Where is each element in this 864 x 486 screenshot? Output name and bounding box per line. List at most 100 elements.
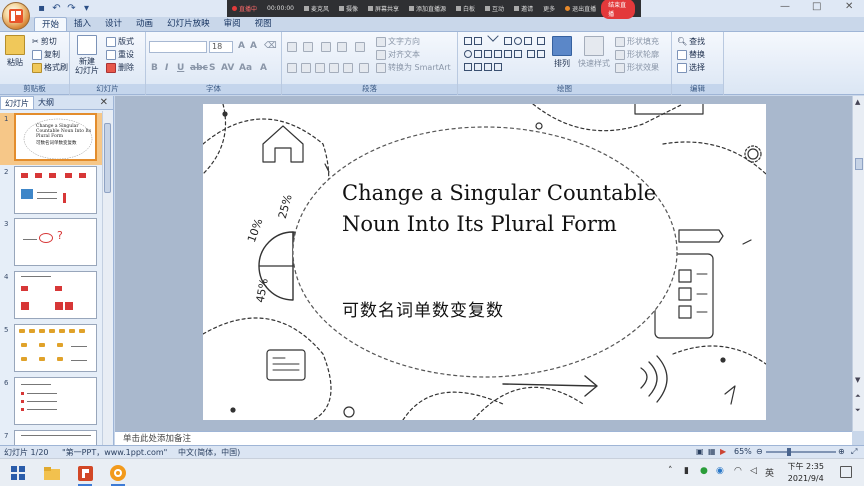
tab-insert[interactable]: 插入 [67,17,98,31]
sorter-view-icon[interactable]: ▦ [708,447,716,456]
vertical-scrollbar[interactable]: ▲ ▼ ⏶ ⏷ [852,96,864,431]
save-icon[interactable]: ▪ [36,3,47,14]
layout-button[interactable]: 版式 [106,36,134,47]
arrange-button[interactable]: 排列 [552,36,572,69]
scroll-thumb[interactable] [104,123,111,193]
font-color-icon[interactable]: A [260,63,267,73]
scroll-up-icon[interactable]: ▲ [855,98,860,106]
zoom-slider-handle[interactable] [787,448,791,456]
decrease-indent-icon[interactable] [321,42,331,52]
rec-item-camera[interactable]: 摄像 [334,4,363,13]
columns-icon[interactable] [359,63,369,73]
justify-icon[interactable] [329,63,339,73]
shrink-font-icon[interactable]: A [250,41,257,51]
italic-icon[interactable]: I [165,63,168,73]
format-painter-button[interactable]: 格式刷 [32,62,68,73]
shape-effects-button[interactable]: 形状效果 [615,62,659,73]
rec-item-whiteboard[interactable]: 白板 [451,4,480,13]
tray-wifi-icon[interactable]: ◠ [734,466,742,476]
grow-font-icon[interactable]: A [238,41,245,51]
rec-item-screen[interactable]: 屏幕共享 [363,4,404,13]
align-left-icon[interactable] [287,63,297,73]
tab-slides-view[interactable]: 幻灯片 [0,96,34,109]
strikethrough-icon[interactable]: abc [190,63,208,73]
slide-title[interactable]: Change a Singular Countable Noun Into It… [342,178,672,240]
slide-thumbnail-3[interactable]: 3 ? [0,218,102,270]
tab-design[interactable]: 设计 [98,17,129,31]
line-spacing-icon[interactable] [355,42,365,52]
select-button[interactable]: 选择 [677,62,705,73]
office-button[interactable] [2,2,30,30]
stop-stream-button[interactable]: 结束直播 [601,0,635,19]
minimize-button[interactable]: — [780,1,790,12]
clear-format-icon[interactable]: ⌫ [264,41,277,51]
tray-network-icon[interactable]: ◉ [716,466,724,476]
undo-icon[interactable]: ↶ [51,3,62,14]
paste-button[interactable]: 粘贴 [5,35,25,68]
zoom-out-icon[interactable]: ⊖ [756,447,763,456]
new-slide-button[interactable]: 新建 幻灯片 [75,35,99,75]
panel-close-icon[interactable]: ✕ [100,97,108,108]
prev-slide-icon[interactable]: ⏶ [855,392,861,401]
qat-customize-icon[interactable]: ▾ [81,3,92,14]
align-right-icon[interactable] [315,63,325,73]
delete-slide-button[interactable]: 删除 [106,62,134,73]
taskbar-recorder-app[interactable] [108,463,128,486]
change-case-icon[interactable]: Aa [239,63,252,73]
tab-outline-view[interactable]: 大纲 [34,96,58,109]
taskbar-powerpoint[interactable] [75,463,95,486]
reset-button[interactable]: 重设 [106,49,134,60]
taskbar-file-explorer[interactable] [42,463,62,483]
rec-item-invite[interactable]: 邀请 [509,4,538,13]
tray-app-icon[interactable]: ▮ [684,466,689,476]
close-button[interactable]: ✕ [845,1,853,12]
rec-item-mic[interactable]: 麦克风 [299,4,334,13]
replace-button[interactable]: 替换 [677,49,705,60]
underline-icon[interactable]: U [177,63,184,73]
smartart-button[interactable]: 转换为 SmartArt [376,62,451,73]
slide-thumbnail-6[interactable]: 6 [0,377,102,429]
slide-subtitle[interactable]: 可数名词单数变复数 [342,296,672,321]
numbering-icon[interactable] [303,42,313,52]
zoom-in-icon[interactable]: ⊕ [838,447,845,456]
normal-view-icon[interactable]: ▣ [696,447,704,456]
rec-item-more[interactable]: 更多 [538,4,560,13]
slide-thumbnail-5[interactable]: 5 [0,324,102,376]
taskbar-clock[interactable]: 下午 2:35 2021/9/4 [787,461,824,485]
fit-window-icon[interactable]: ⤢ [851,447,857,457]
thumbnail-scrollbar[interactable] [102,111,112,445]
tab-home[interactable]: 开始 [34,17,68,31]
tab-animation[interactable]: 动画 [129,17,160,31]
notes-pane[interactable]: 单击此处添加备注 [115,431,852,445]
slide-thumbnail-4[interactable]: 4 [0,271,102,323]
font-name-combo[interactable] [149,41,207,53]
tab-view[interactable]: 视图 [248,17,279,31]
notification-center-icon[interactable] [840,466,852,478]
slide-canvas[interactable]: 10% 25% 45% Change a Singular Countable … [203,104,766,420]
align-text-button[interactable]: 对齐文本 [376,49,420,60]
copy-button[interactable]: 复制 [32,49,60,60]
start-button[interactable] [8,463,28,483]
slide-thumbnail-1[interactable]: 1 Change a Singular Countable Noun Into … [0,113,102,165]
distribute-icon[interactable] [343,63,353,73]
rec-exit-button[interactable]: 退出直播 [560,4,601,13]
scroll-down-icon[interactable]: ▼ [855,376,860,384]
maximize-button[interactable]: □ [812,1,821,12]
next-slide-icon[interactable]: ⏷ [855,406,861,415]
tab-slideshow[interactable]: 幻灯片放映 [160,17,217,31]
tray-volume-icon[interactable]: ◁ [750,466,757,476]
rec-item-source[interactable]: 添加直播源 [404,4,451,13]
slide-thumbnail-2[interactable]: 2 [0,166,102,218]
scroll-thumb[interactable] [855,158,863,170]
tray-expand-icon[interactable]: ˄ [668,466,673,476]
zoom-slider[interactable] [766,451,836,453]
shapes-gallery[interactable] [463,35,549,75]
redo-icon[interactable]: ↷ [66,3,77,14]
quick-styles-button[interactable]: 快速样式 [578,36,610,69]
increase-indent-icon[interactable] [337,42,347,52]
spacing-icon[interactable]: AV [221,63,234,73]
tab-review[interactable]: 审阅 [217,17,248,31]
tray-wechat-icon[interactable]: ● [700,466,708,476]
rec-item-interact[interactable]: 互动 [480,4,509,13]
shadow-icon[interactable]: S [209,63,215,73]
